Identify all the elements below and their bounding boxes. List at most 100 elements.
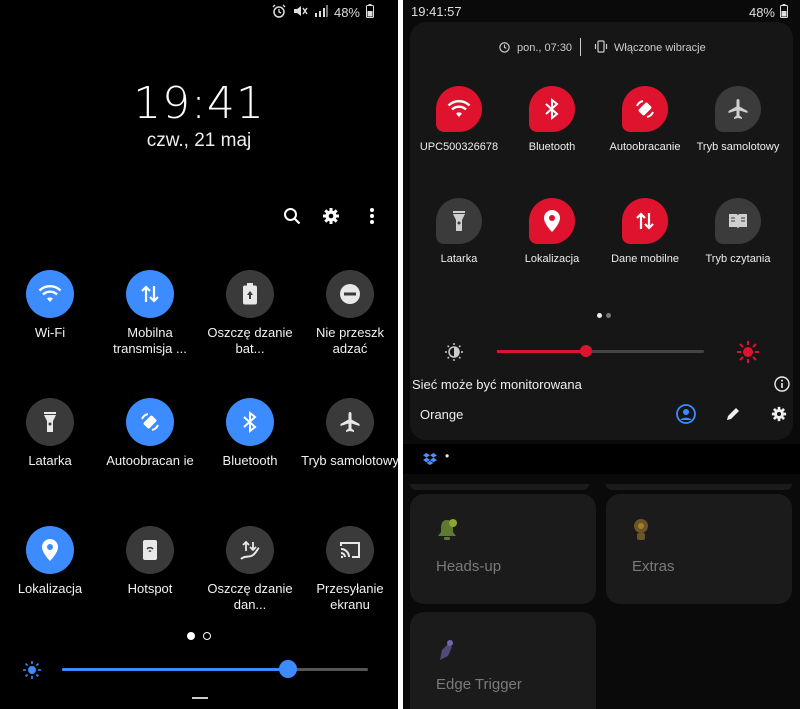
mobile-data-icon[interactable]: [126, 270, 174, 318]
tile-label: Dane mobilne: [611, 253, 679, 265]
notification-bar[interactable]: •: [403, 444, 800, 474]
bluetooth-icon[interactable]: [226, 398, 274, 446]
page-dot-inactive[interactable]: [606, 313, 611, 318]
quick-tile-wifi[interactable]: UPC500326678: [414, 86, 504, 153]
do-not-disturb-icon[interactable]: [326, 270, 374, 318]
wifi-icon[interactable]: [26, 270, 74, 318]
tile-label: Nie przeszk adzać: [316, 325, 384, 356]
quick-tile-mobile-data[interactable]: Dane mobilne: [600, 198, 690, 265]
quick-tile-screen-cast[interactable]: Przesyłanie ekranu: [300, 526, 398, 613]
signal-icon: [314, 5, 328, 20]
airplane-icon[interactable]: [326, 398, 374, 446]
auto-rotate-icon[interactable]: [622, 86, 668, 132]
quick-tile-airplane[interactable]: Tryb samolotowy: [300, 398, 398, 469]
alarm-info[interactable]: pon., 07:30: [498, 40, 572, 56]
status-time: 19:41:57: [411, 4, 462, 19]
more-options-icon[interactable]: [360, 206, 384, 226]
tile-label: Tryb czytania: [705, 253, 771, 265]
brightness-thumb[interactable]: [279, 660, 298, 678]
tile-label: Przesyłanie ekranu: [316, 581, 384, 612]
reading-mode-icon[interactable]: [715, 198, 761, 244]
plugin-label: Edge Trigger: [436, 676, 522, 693]
flashlight-icon[interactable]: [26, 398, 74, 446]
vibrate-icon: [594, 40, 608, 56]
quick-tile-auto-rotate[interactable]: Autoobracanie: [600, 86, 690, 153]
sound-mode-label: Włączone wibracje: [614, 42, 706, 54]
hotspot-icon[interactable]: [126, 526, 174, 574]
tile-label: Mobilna transmisja ...: [113, 325, 187, 356]
plugin-label: Extras: [632, 558, 675, 575]
page-dot-active[interactable]: [597, 313, 602, 318]
page-dot-inactive[interactable]: [203, 632, 211, 640]
page-dot-active[interactable]: [187, 632, 195, 640]
plugin-edge-trigger[interactable]: Edge Trigger: [410, 612, 596, 709]
sound-mode-info[interactable]: Włączone wibracje: [594, 40, 706, 56]
bluetooth-icon[interactable]: [529, 86, 575, 132]
brightness-slider[interactable]: [497, 345, 704, 357]
flashlight-icon[interactable]: [436, 198, 482, 244]
tile-label: Bluetooth: [528, 141, 576, 153]
status-battery: 48%: [749, 4, 788, 21]
plugin-extras[interactable]: Extras: [606, 494, 792, 604]
quick-tile-bluetooth[interactable]: Bluetooth: [200, 398, 300, 469]
data-saver-icon[interactable]: [226, 526, 274, 574]
quick-tile-hotspot[interactable]: Hotspot: [100, 526, 200, 597]
plugin-heads-up[interactable]: Heads-up: [410, 494, 596, 604]
tile-label: UPC500326678: [419, 141, 499, 153]
notification-dot: •: [445, 449, 450, 463]
carrier-name: Orange: [420, 407, 464, 422]
quick-tile-airplane[interactable]: Tryb samolotowy: [693, 86, 783, 153]
clock: 19:41: [133, 78, 265, 129]
location-icon[interactable]: [26, 526, 74, 574]
tile-label: Oszczę dzanie dan...: [207, 581, 293, 612]
search-icon[interactable]: [280, 206, 304, 226]
quick-tile-location[interactable]: Lokalizacja: [0, 526, 100, 597]
quick-tile-flashlight[interactable]: Latarka: [0, 398, 100, 469]
battery-percent: 48%: [333, 5, 360, 20]
airplane-icon[interactable]: [715, 86, 761, 132]
brightness-thumb[interactable]: [580, 345, 592, 357]
quick-tile-flashlight[interactable]: Latarka: [414, 198, 504, 265]
wifi-icon[interactable]: [436, 86, 482, 132]
alarm-time: pon., 07:30: [517, 42, 573, 54]
date: czw., 21 maj: [146, 130, 252, 151]
auto-rotate-icon[interactable]: [126, 398, 174, 446]
status-bar: 48%: [272, 4, 374, 21]
battery-icon: [366, 4, 374, 21]
plugin-card-top-right: [606, 484, 792, 490]
quick-tile-mobile-data[interactable]: Mobilna transmisja ...: [100, 270, 200, 357]
quick-tile-auto-rotate[interactable]: Autoobracan ie: [100, 398, 200, 469]
settings-gear-icon[interactable]: [771, 406, 787, 427]
info-icon[interactable]: [774, 376, 790, 397]
brightness-auto-icon[interactable]: [444, 342, 464, 367]
settings-gear-icon[interactable]: [319, 206, 343, 226]
mute-icon: [292, 4, 308, 21]
left-quick-settings-panel: 48% 19:41 czw., 21 maj Wi-Fi Mobilna tran…: [0, 0, 398, 709]
network-monitored-text[interactable]: Sieć może być monitorowana: [412, 377, 582, 392]
quick-tile-bluetooth[interactable]: Bluetooth: [507, 86, 597, 153]
quick-tile-data-saver[interactable]: Oszczę dzanie dan...: [200, 526, 300, 613]
extras-icon: [632, 518, 650, 547]
tile-label: Oszczę dzanie bat...: [207, 325, 293, 356]
handle-bar[interactable]: [192, 697, 208, 699]
location-icon[interactable]: [529, 198, 575, 244]
screen-cast-icon[interactable]: [326, 526, 374, 574]
tile-label: Tryb samolotowy: [301, 453, 398, 468]
quick-tile-location[interactable]: Lokalizacja: [507, 198, 597, 265]
brightness-slider[interactable]: [62, 660, 368, 678]
tile-label: Lokalizacja: [524, 253, 580, 265]
quick-tile-do-not-disturb[interactable]: Nie przeszk adzać: [300, 270, 398, 357]
tile-label: Hotspot: [127, 581, 173, 596]
battery-saver-icon[interactable]: [226, 270, 274, 318]
quick-tile-reading-mode[interactable]: Tryb czytania: [693, 198, 783, 265]
edge-trigger-icon: [436, 638, 456, 667]
right-quick-settings-panel: 19:41:57 48% pon., 07:30 Włączone wibrac…: [403, 0, 800, 709]
battery-percent: 48%: [748, 5, 775, 20]
user-account-icon[interactable]: [676, 404, 696, 429]
mobile-data-icon[interactable]: [622, 198, 668, 244]
edit-pencil-icon[interactable]: [725, 406, 741, 427]
separator: [580, 38, 581, 56]
quick-tile-wifi[interactable]: Wi-Fi: [0, 270, 100, 341]
tile-label: Wi-Fi: [34, 325, 66, 340]
quick-tile-battery-saver[interactable]: Oszczę dzanie bat...: [200, 270, 300, 357]
